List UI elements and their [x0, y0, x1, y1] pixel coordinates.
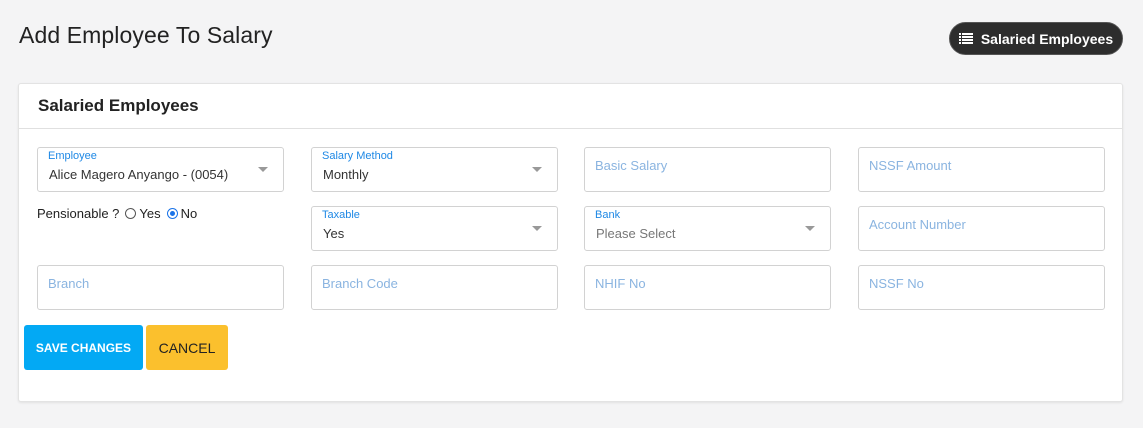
- basic-salary-input[interactable]: Basic Salary: [584, 147, 831, 192]
- salary-method-label: Salary Method: [322, 150, 393, 162]
- bank-value: Please Select: [596, 226, 676, 241]
- bank-select[interactable]: Bank Please Select: [584, 206, 831, 251]
- salaried-employees-label: Salaried Employees: [980, 30, 1114, 47]
- salaried-employees-button[interactable]: Salaried Employees: [949, 22, 1123, 55]
- employee-value: Alice Magero Anyango - (0054): [49, 167, 229, 182]
- salary-method-select[interactable]: Salary Method Monthly: [311, 147, 558, 192]
- page-title: Add Employee To Salary: [19, 22, 273, 48]
- list-icon: [958, 33, 973, 44]
- taxable-label: Taxable: [322, 209, 360, 221]
- nssf-amount-input[interactable]: NSSF Amount: [858, 147, 1105, 192]
- pensionable-label: Pensionable ?: [37, 206, 120, 221]
- basic-salary-placeholder: Basic Salary: [595, 158, 668, 173]
- chevron-down-icon: [805, 226, 815, 231]
- bank-label: Bank: [595, 209, 621, 221]
- pensionable-radio-group: Pensionable ? Yes No: [37, 206, 197, 221]
- nssf-no-input[interactable]: NSSF No: [858, 265, 1105, 310]
- chevron-down-icon: [532, 167, 542, 172]
- branch-input[interactable]: Branch: [37, 265, 284, 310]
- chevron-down-icon: [532, 226, 542, 231]
- save-changes-button[interactable]: SAVE CHANGES: [24, 325, 143, 370]
- pensionable-no-radio[interactable]: [166, 208, 178, 219]
- pensionable-yes-label: Yes: [139, 206, 161, 221]
- branch-code-placeholder: Branch Code: [322, 276, 398, 291]
- account-number-input[interactable]: Account Number: [858, 206, 1105, 251]
- chevron-down-icon: [258, 167, 268, 172]
- card-header: Salaried Employees: [19, 84, 1122, 129]
- cancel-button[interactable]: CANCEL: [146, 325, 228, 370]
- nhif-no-input[interactable]: NHIF No: [584, 265, 831, 310]
- nssf-amount-placeholder: NSSF Amount: [869, 158, 952, 173]
- nssf-no-placeholder: NSSF No: [869, 276, 924, 291]
- taxable-value: Yes: [323, 226, 345, 241]
- branch-placeholder: Branch: [48, 276, 90, 291]
- pensionable-no-label: No: [180, 206, 198, 221]
- employee-label: Employee: [48, 150, 97, 162]
- account-number-placeholder: Account Number: [869, 217, 966, 232]
- taxable-select[interactable]: Taxable Yes: [311, 206, 558, 251]
- salary-method-value: Monthly: [323, 167, 369, 182]
- branch-code-input[interactable]: Branch Code: [311, 265, 558, 310]
- pensionable-yes-radio[interactable]: [125, 208, 137, 219]
- card-title: Salaried Employees: [38, 96, 199, 115]
- employee-select[interactable]: Employee Alice Magero Anyango - (0054): [37, 147, 284, 192]
- nhif-no-placeholder: NHIF No: [595, 276, 646, 291]
